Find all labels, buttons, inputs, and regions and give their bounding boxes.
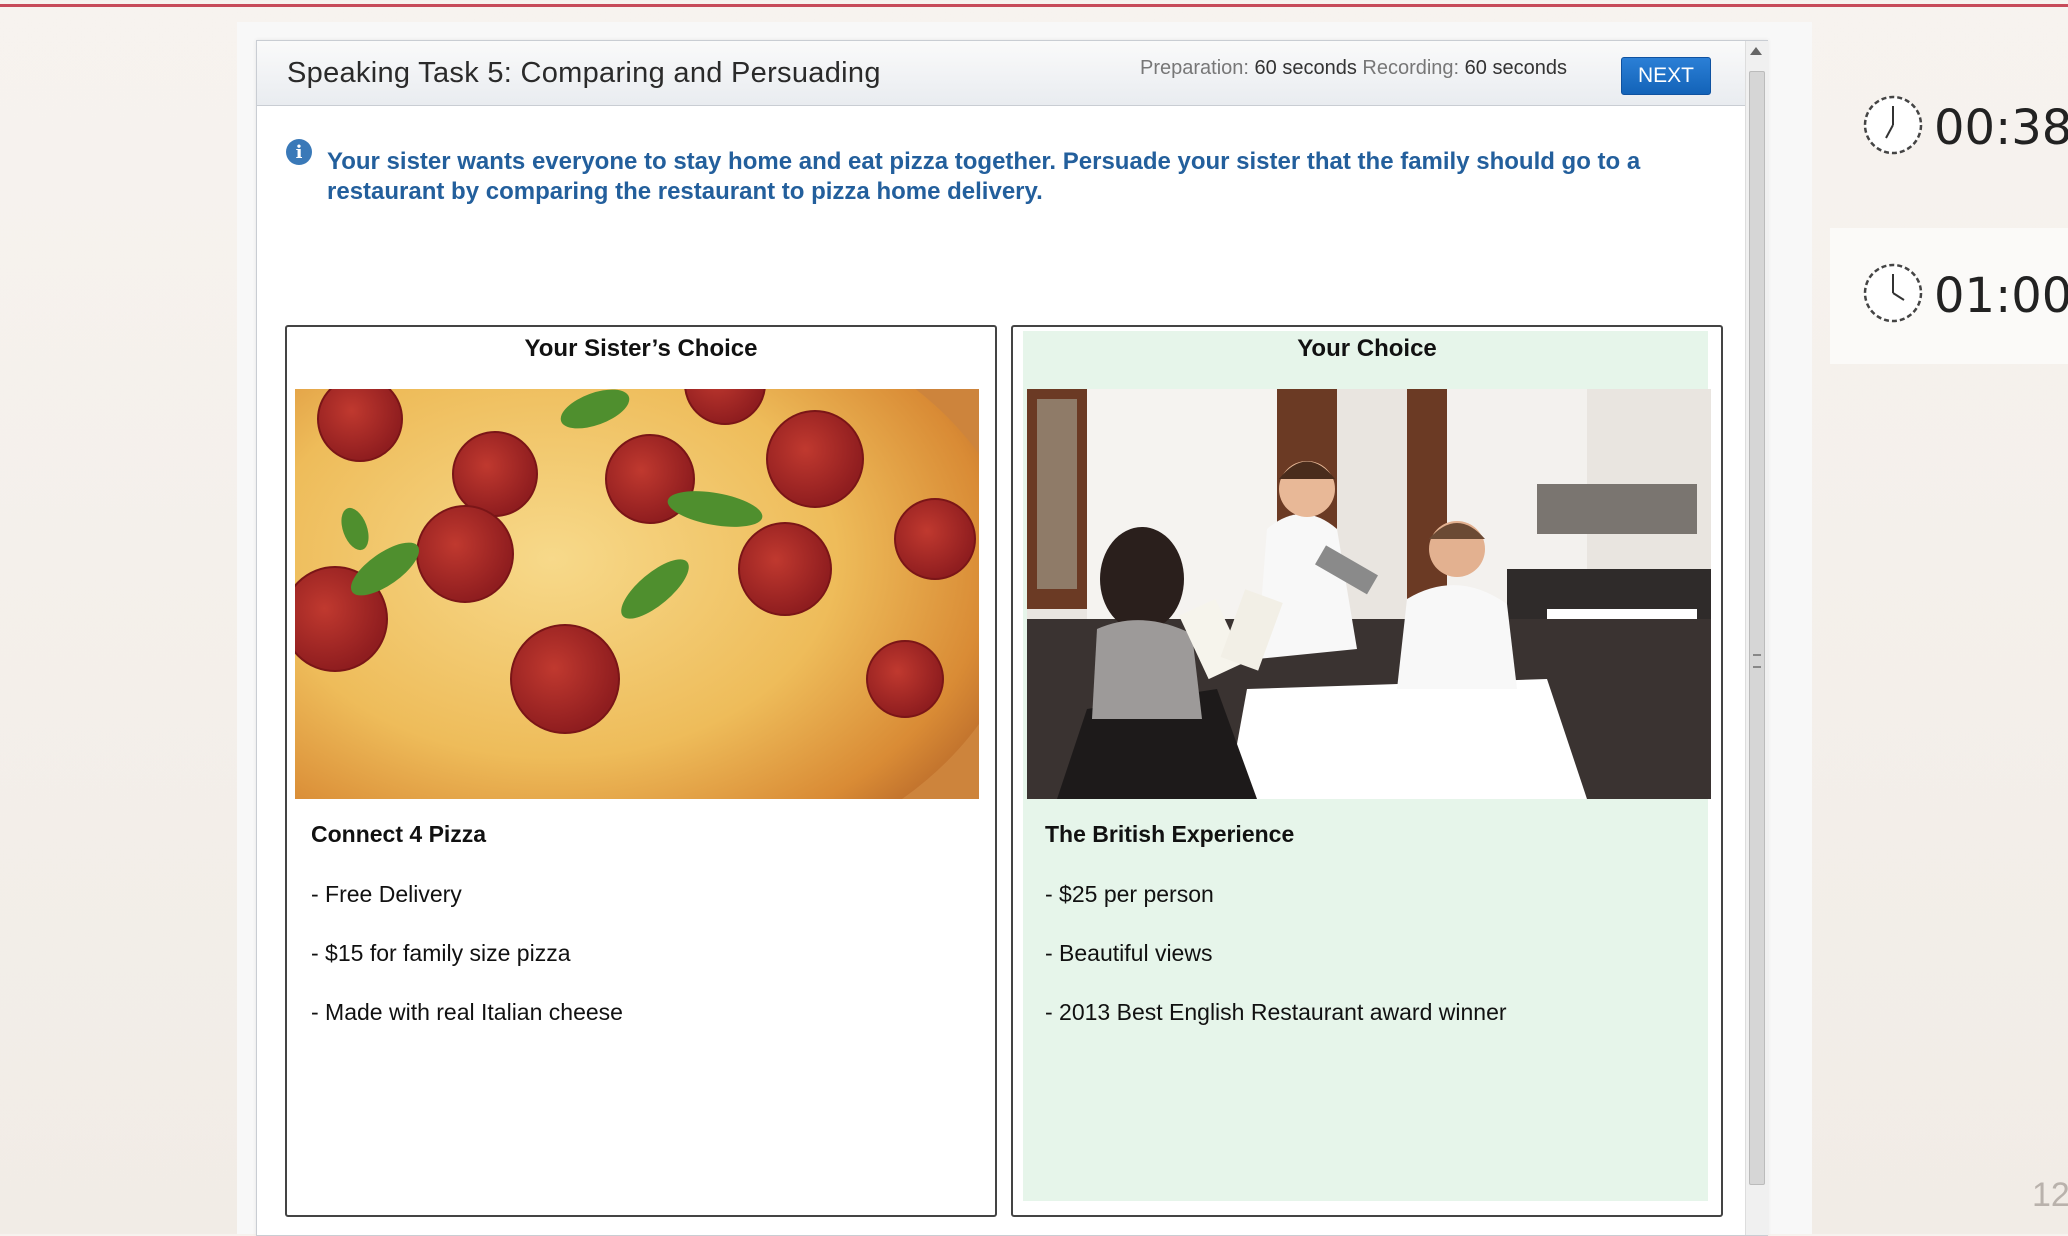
title-bar: Speaking Task 5: Comparing and Persuadin… bbox=[257, 41, 1745, 106]
feature-item: - Made with real Italian cheese bbox=[311, 999, 623, 1025]
page-number: 12 bbox=[2032, 1176, 2068, 1214]
restaurant-image bbox=[1027, 389, 1711, 799]
sister-choice-card: Your Sister’s Choice Connect 4 Pizza - F… bbox=[285, 325, 997, 1217]
recording-value: 60 seconds bbox=[1464, 57, 1567, 79]
your-choice-card: Your Choice The British Experience - $25… bbox=[1011, 325, 1723, 1217]
scrollbar-thumb[interactable] bbox=[1749, 71, 1765, 1185]
feature-item: - Free Delivery bbox=[311, 881, 462, 907]
card-heading: Your Choice bbox=[1297, 335, 1437, 362]
clock-icon bbox=[1863, 263, 1923, 323]
scroll-grip-icon bbox=[1753, 654, 1761, 668]
recording-countdown: 01:00 bbox=[1934, 268, 2068, 324]
top-accent-line bbox=[0, 4, 2068, 7]
pizza-image bbox=[295, 389, 979, 799]
task-window: Speaking Task 5: Comparing and Persuadin… bbox=[256, 40, 1768, 1236]
recording-label: Recording: bbox=[1362, 57, 1460, 79]
feature-item: - 2013 Best English Restaurant award win… bbox=[1045, 999, 1507, 1025]
preparation-countdown: 00:38 bbox=[1934, 100, 2068, 156]
next-button[interactable]: NEXT bbox=[1621, 57, 1711, 95]
preparation-timer: 00:38 bbox=[1862, 94, 2068, 164]
preparation-label: Preparation: bbox=[1140, 57, 1249, 79]
feature-item: - $15 for family size pizza bbox=[311, 940, 571, 966]
vertical-scrollbar[interactable] bbox=[1745, 41, 1768, 1235]
option-name: The British Experience bbox=[1045, 821, 1295, 847]
feature-item: - Beautiful views bbox=[1045, 940, 1213, 966]
timing-info: Preparation: 60 seconds Recording: 60 se… bbox=[1140, 57, 1567, 80]
info-icon: i bbox=[286, 139, 312, 165]
task-title: Speaking Task 5: Comparing and Persuadin… bbox=[287, 57, 881, 89]
preparation-value: 60 seconds bbox=[1254, 57, 1357, 79]
task-prompt: Your sister wants everyone to stay home … bbox=[327, 148, 1641, 205]
option-name: Connect 4 Pizza bbox=[311, 821, 487, 847]
clock-icon bbox=[1863, 95, 1923, 155]
feature-item: - $25 per person bbox=[1045, 881, 1214, 907]
card-heading: Your Sister’s Choice bbox=[524, 335, 758, 362]
recording-timer: 01:00 bbox=[1862, 262, 2068, 332]
scroll-up-arrow-icon[interactable] bbox=[1750, 47, 1762, 55]
